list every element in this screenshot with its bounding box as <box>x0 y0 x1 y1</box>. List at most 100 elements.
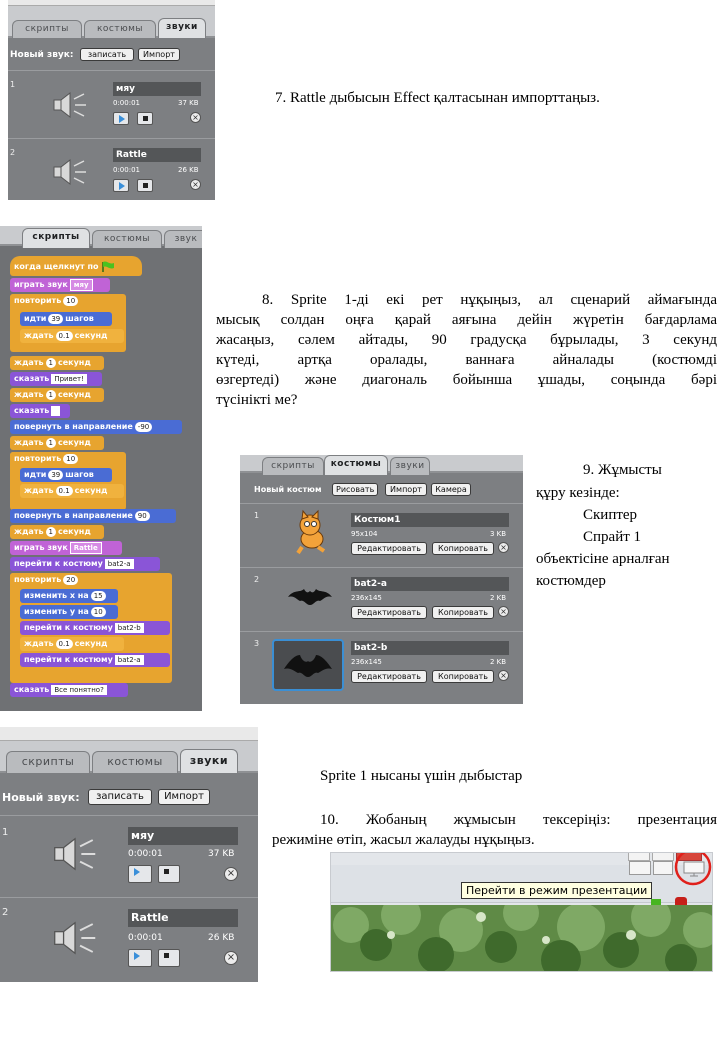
play-button[interactable] <box>128 865 152 883</box>
point-direction-block[interactable]: повернуть в направление 90 <box>10 509 176 523</box>
steps-input[interactable]: 39 <box>48 470 64 480</box>
y-input[interactable]: 10 <box>90 607 106 617</box>
play-button[interactable] <box>113 112 129 125</box>
wait-block[interactable]: ждать 1 секунд <box>10 436 104 450</box>
tab-scripts[interactable]: скрипты <box>262 457 324 475</box>
change-y-block[interactable]: изменить у на 10 <box>20 605 118 619</box>
tab-scripts[interactable]: скрипты <box>12 20 82 38</box>
costume-dropdown[interactable]: bat2-a <box>114 655 144 665</box>
tab-scripts[interactable]: скрипты <box>22 228 90 248</box>
say-text-input[interactable] <box>51 406 60 416</box>
tab-sounds[interactable]: звук <box>164 230 202 248</box>
edit-button[interactable]: Редактировать <box>351 606 427 619</box>
wait-block[interactable]: ждать 0.1 секунд <box>20 637 124 651</box>
delete-icon[interactable]: × <box>190 179 201 190</box>
delete-icon[interactable]: × <box>498 670 509 681</box>
seconds-input[interactable]: 1 <box>45 527 56 537</box>
repeat-count[interactable]: 10 <box>63 454 79 464</box>
change-x-block[interactable]: изменить x на 15 <box>20 589 118 603</box>
say-block[interactable]: сказать <box>10 404 70 418</box>
copy-button[interactable]: Копировать <box>432 670 494 683</box>
copy-button[interactable]: Копировать <box>432 606 494 619</box>
direction-input[interactable]: -90 <box>134 422 153 432</box>
tab-costumes[interactable]: костюмы <box>324 455 388 475</box>
direction-input[interactable]: 90 <box>134 511 150 521</box>
say-text-input[interactable]: Все понятно? <box>51 685 107 695</box>
move-block[interactable]: идти 39 шагов <box>20 312 112 326</box>
sound-dropdown[interactable]: Rattle <box>69 542 102 554</box>
point-direction-block[interactable]: повернуть в направление -90 <box>10 420 182 434</box>
seconds-input[interactable]: 1 <box>45 438 56 448</box>
edit-button[interactable]: Редактировать <box>351 542 427 555</box>
tab-costumes[interactable]: костюмы <box>84 20 156 38</box>
import-button[interactable]: Импорт <box>158 789 210 805</box>
when-flag-clicked-block[interactable]: когда щелкнут по <box>10 256 142 276</box>
stop-button[interactable] <box>137 112 153 125</box>
delete-icon[interactable]: × <box>224 867 238 881</box>
play-sound-block[interactable]: играть звук Rattle <box>10 541 122 555</box>
stop-button[interactable] <box>158 949 180 967</box>
steps-input[interactable]: 39 <box>48 314 64 324</box>
small-stage-icon[interactable] <box>629 861 651 875</box>
delete-icon[interactable]: × <box>224 951 238 965</box>
play-sound-block[interactable]: играть звук мяу <box>10 278 110 292</box>
edit-button[interactable]: Редактировать <box>351 670 427 683</box>
play-button[interactable] <box>128 949 152 967</box>
seconds-input[interactable]: 1 <box>45 358 56 368</box>
say-block[interactable]: сказать Привет! <box>10 372 102 386</box>
sound-name-field[interactable]: мяу <box>128 827 238 845</box>
stop-button[interactable] <box>137 179 153 192</box>
camera-button[interactable]: Камера <box>431 483 471 496</box>
say-text-input[interactable]: Привет! <box>51 374 87 384</box>
tab-sounds[interactable]: звуки <box>180 749 238 773</box>
record-button[interactable]: записать <box>80 48 134 61</box>
tab-sounds[interactable]: звуки <box>158 18 206 38</box>
switch-costume-block[interactable]: перейти к костюму bat2-a <box>10 557 160 571</box>
import-button[interactable]: Импорт <box>385 483 427 496</box>
import-button[interactable]: Импорт <box>138 48 180 61</box>
tab-costumes[interactable]: костюмы <box>92 230 162 248</box>
costume-name-field[interactable]: Костюм1 <box>351 513 509 527</box>
tab-sounds[interactable]: звуки <box>390 457 430 475</box>
wait-block[interactable]: ждать 1 секунд <box>10 356 104 370</box>
repeat-count[interactable]: 20 <box>63 575 79 585</box>
sound-name-field[interactable]: мяу <box>113 82 201 96</box>
repeat-count[interactable]: 10 <box>63 296 79 306</box>
block-label: изменить у на <box>24 607 89 616</box>
step-9-line-3: Скиптер <box>583 507 638 523</box>
block-suffix: шагов <box>65 314 94 323</box>
sound-dropdown[interactable]: мяу <box>69 279 93 291</box>
costume-dropdown[interactable]: bat2-b <box>114 623 144 633</box>
normal-stage-icon[interactable] <box>653 861 673 875</box>
stop-button[interactable] <box>158 865 180 883</box>
tab-scripts[interactable]: скрипты <box>6 751 90 773</box>
delete-icon[interactable]: × <box>498 606 509 617</box>
paint-button[interactable]: Рисовать <box>332 483 378 496</box>
say-block[interactable]: сказать Все понятно? <box>10 683 128 697</box>
seconds-input[interactable]: 1 <box>45 390 56 400</box>
sound-name-field[interactable]: Rattle <box>113 148 201 162</box>
move-block[interactable]: идти 39 шагов <box>20 468 112 482</box>
delete-icon[interactable]: × <box>498 542 509 553</box>
delete-icon[interactable]: × <box>190 112 201 123</box>
wait-block[interactable]: ждать 0.1 секунд <box>20 329 124 343</box>
record-button[interactable]: записать <box>88 789 152 805</box>
wait-block[interactable]: ждать 1 секунд <box>10 525 104 539</box>
copy-button[interactable]: Копировать <box>432 542 494 555</box>
costume-name-field[interactable]: bat2-b <box>351 641 509 655</box>
costume-name-field[interactable]: bat2-a <box>351 577 509 591</box>
maximize-icon[interactable] <box>652 853 674 861</box>
x-input[interactable]: 15 <box>90 591 106 601</box>
switch-costume-block[interactable]: перейти к костюму bat2-b <box>20 621 170 635</box>
switch-costume-block[interactable]: перейти к костюму bat2-a <box>20 653 170 667</box>
wait-block[interactable]: ждать 1 секунд <box>10 388 104 402</box>
sound-name-field[interactable]: Rattle <box>128 909 238 927</box>
seconds-input[interactable]: 0.1 <box>55 639 73 649</box>
tab-costumes[interactable]: костюмы <box>92 751 178 773</box>
minimize-icon[interactable] <box>628 853 650 861</box>
costume-dropdown[interactable]: bat2-a <box>104 559 134 569</box>
wait-block[interactable]: ждать 0.1 секунд <box>20 484 124 498</box>
play-button[interactable] <box>113 179 129 192</box>
seconds-input[interactable]: 0.1 <box>55 486 73 496</box>
seconds-input[interactable]: 0.1 <box>55 331 73 341</box>
